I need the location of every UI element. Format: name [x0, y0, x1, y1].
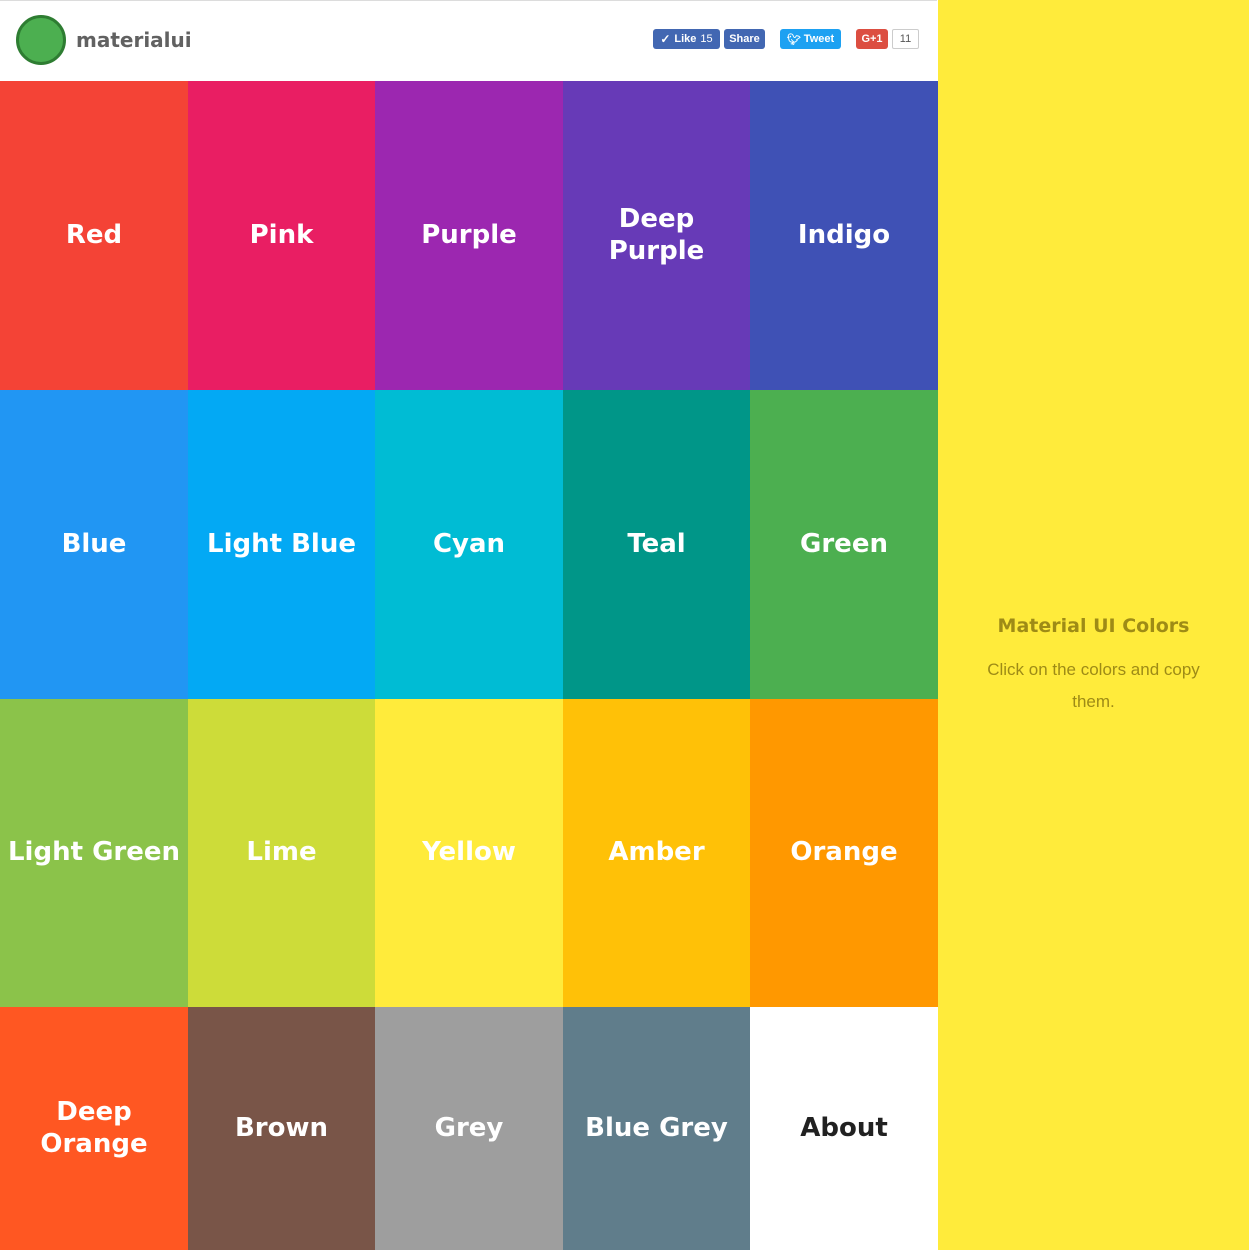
color-tile-yellow[interactable]: Yellow: [375, 699, 563, 1007]
color-grid: Red Pink Purple Deep Purple Indigo Blue Light …: [0, 81, 938, 1250]
sidebar-description: Click on the colors and copy them.: [987, 660, 1200, 711]
brand-name[interactable]: materialui: [76, 28, 192, 52]
color-tile-indigo[interactable]: Indigo: [750, 81, 938, 390]
tweet-label: Tweet: [803, 33, 835, 45]
color-tile-grey[interactable]: Grey: [375, 1007, 563, 1250]
color-tile-about[interactable]: About: [750, 1007, 938, 1250]
sidebar-title: Material UI Colors: [997, 615, 1190, 637]
header: materialui ✓ Like 15 Share 🐦︎ Tweet G+1 …: [0, 0, 937, 80]
color-tile-blue[interactable]: Blue: [0, 390, 188, 699]
color-tile-amber[interactable]: Amber: [563, 699, 750, 1007]
facebook-share-button[interactable]: Share: [724, 29, 765, 49]
tweet-button[interactable]: 🐦︎ Tweet: [780, 29, 841, 49]
google-plus-button[interactable]: G+1: [856, 29, 888, 49]
color-tile-light-blue[interactable]: Light Blue: [188, 390, 375, 699]
info-sidebar: Material UI Colors Click on the colors a…: [938, 0, 1249, 1250]
twitter-bird-icon: 🐦︎: [786, 33, 801, 46]
like-label: Like: [674, 33, 697, 45]
thumbs-up-icon: ✓: [660, 32, 671, 46]
color-tile-blue-grey[interactable]: Blue Grey: [563, 1007, 750, 1250]
gplus-label: G+1: [861, 33, 883, 45]
google-plus-count: 11: [892, 29, 919, 49]
color-tile-brown[interactable]: Brown: [188, 1007, 375, 1250]
logo-icon[interactable]: [16, 15, 66, 65]
color-tile-deep-orange[interactable]: Deep Orange: [0, 1007, 188, 1250]
color-tile-green[interactable]: Green: [750, 390, 938, 699]
color-tile-light-green[interactable]: Light Green: [0, 699, 188, 1007]
color-tile-lime[interactable]: Lime: [188, 699, 375, 1007]
color-tile-purple[interactable]: Purple: [375, 81, 563, 390]
share-label: Share: [729, 33, 760, 45]
like-count: 15: [700, 33, 713, 45]
color-tile-pink[interactable]: Pink: [188, 81, 375, 390]
color-tile-red[interactable]: Red: [0, 81, 188, 390]
main-area: materialui ✓ Like 15 Share 🐦︎ Tweet G+1 …: [0, 0, 938, 1250]
color-tile-deep-purple[interactable]: Deep Purple: [563, 81, 750, 390]
color-tile-teal[interactable]: Teal: [563, 390, 750, 699]
color-tile-orange[interactable]: Orange: [750, 699, 938, 1007]
facebook-like-button[interactable]: ✓ Like 15: [653, 29, 720, 49]
color-tile-cyan[interactable]: Cyan: [375, 390, 563, 699]
